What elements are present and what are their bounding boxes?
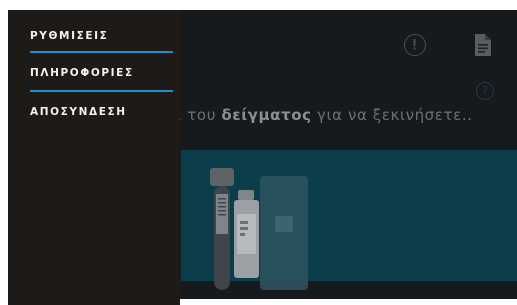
- menu-item-information[interactable]: ΠΛΗΡΟΦΟΡΙΕΣ: [30, 67, 134, 79]
- instruction-suffix: για να ξεκινήσετε..: [311, 106, 473, 124]
- side-drawer: ΡΥΘΜΙΣΕΙΣ ΠΛΗΡΟΦΟΡΙΕΣ ΑΠΟΣΥΝΔΕΣΗ: [8, 10, 180, 305]
- menu-divider: [30, 90, 173, 92]
- instruction-text: κα του δείγματος για να ξεκινήσετε..: [162, 106, 473, 124]
- screen: ? κα του δείγματος για να ξεκινήσετε.. Ρ…: [0, 0, 517, 305]
- instruction-bold: δείγματος: [221, 106, 312, 124]
- document-icon[interactable]: [474, 33, 492, 57]
- help-icon[interactable]: ?: [476, 82, 494, 100]
- menu-divider: [30, 51, 173, 53]
- menu-item-logout[interactable]: ΑΠΟΣΥΝΔΕΣΗ: [30, 106, 127, 118]
- menu-item-settings[interactable]: ΡΥΘΜΙΣΕΙΣ: [30, 30, 108, 42]
- alert-circle-icon[interactable]: [404, 34, 426, 56]
- sample-tubes-illustration: [205, 166, 315, 296]
